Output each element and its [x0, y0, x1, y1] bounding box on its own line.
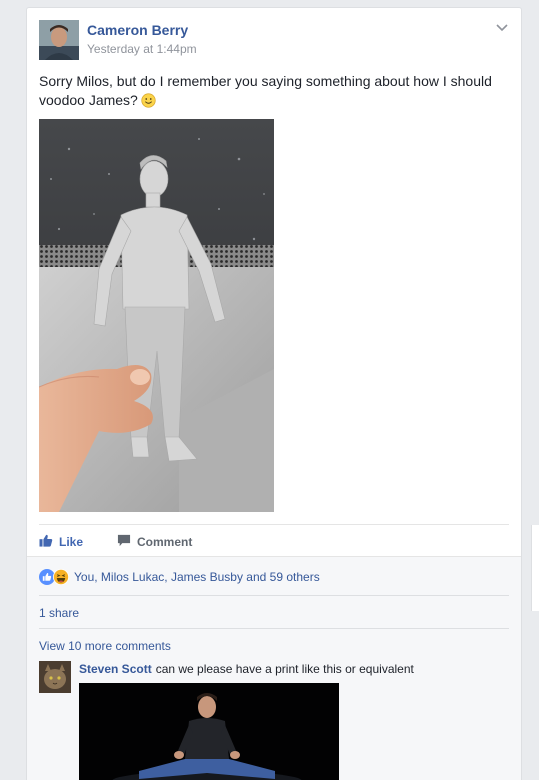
comment-photo[interactable]: [79, 683, 339, 780]
comment-button[interactable]: Comment: [117, 534, 192, 550]
author-avatar[interactable]: [39, 20, 79, 60]
chevron-down-icon[interactable]: [495, 20, 509, 32]
reactions-divider: [39, 595, 509, 596]
speech-bubble-icon: [117, 534, 131, 550]
post-text-content: Sorry Milos, but do I remember you sayin…: [39, 73, 492, 108]
like-button[interactable]: Like: [39, 534, 83, 550]
smiley-emoji-icon: [141, 93, 156, 108]
share-count-link[interactable]: 1 share: [39, 606, 79, 620]
post-card: Cameron Berry Yesterday at 1:44pm Sorry …: [26, 7, 522, 780]
reactions-text: You, Milos Lukac, James Busby and 59 oth…: [74, 570, 320, 584]
post-footer: You, Milos Lukac, James Busby and 59 oth…: [27, 556, 521, 780]
post-text: Sorry Milos, but do I remember you sayin…: [39, 72, 509, 110]
comment-author[interactable]: Steven Scott: [79, 662, 152, 676]
reactions-summary[interactable]: You, Milos Lukac, James Busby and 59 oth…: [39, 569, 320, 585]
like-label: Like: [59, 535, 84, 549]
shares-divider: [39, 628, 509, 629]
haha-reaction-icon: [53, 569, 69, 585]
comment-item: Steven Scott can we please have a print l…: [79, 662, 509, 676]
thumbs-up-icon: [39, 534, 53, 550]
view-more-comments-link[interactable]: View 10 more comments: [39, 639, 171, 653]
reaction-icons: [39, 569, 69, 585]
comment-text: can we please have a print like this or …: [155, 662, 414, 676]
author-name[interactable]: Cameron Berry: [87, 22, 188, 38]
comment-label: Comment: [137, 535, 193, 549]
commenter-avatar[interactable]: [39, 661, 71, 693]
actions-divider: [39, 524, 509, 525]
post-photo[interactable]: [39, 119, 274, 512]
post-timestamp[interactable]: Yesterday at 1:44pm: [87, 42, 197, 56]
adjacent-card-edge: [531, 525, 539, 611]
